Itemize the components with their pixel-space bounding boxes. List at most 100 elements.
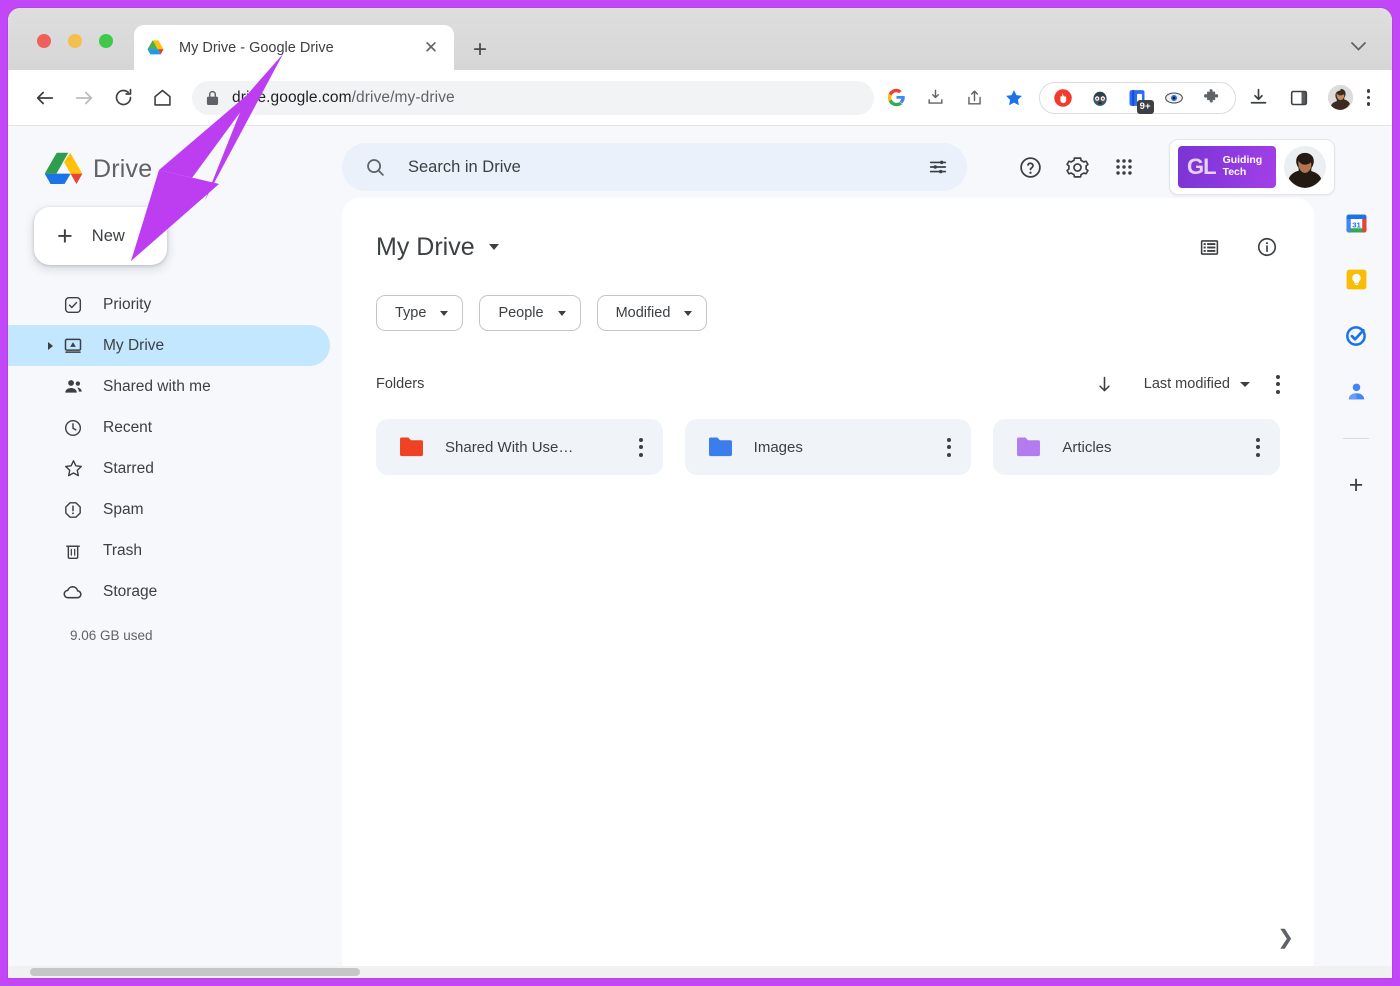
- section-header-row: Folders Last modified: [376, 371, 1280, 397]
- search-icon: [364, 156, 386, 178]
- drive-brand-text: Drive: [93, 154, 153, 183]
- workspace-logo-mark: GL: [1187, 154, 1217, 179]
- reload-icon[interactable]: [108, 83, 138, 113]
- maximize-window-button[interactable]: [99, 34, 113, 48]
- new-button[interactable]: + New: [34, 207, 167, 265]
- settings-gear-icon[interactable]: [1062, 152, 1092, 182]
- bookmark-star-icon[interactable]: [1003, 87, 1025, 109]
- list-view-icon[interactable]: [1196, 234, 1222, 260]
- sidebar-item-shared-with-me[interactable]: Shared with me: [8, 366, 330, 407]
- filter-chip-people[interactable]: People: [479, 295, 581, 331]
- back-arrow-icon[interactable]: [30, 83, 60, 113]
- horizontal-scrollbar[interactable]: [8, 966, 1392, 978]
- browser-tab-strip: My Drive - Google Drive ✕ +: [8, 8, 1392, 70]
- puzzle-extensions-icon[interactable]: [1201, 87, 1222, 108]
- tab-title: My Drive - Google Drive: [179, 39, 334, 56]
- folder-card[interactable]: Images: [684, 419, 972, 475]
- sidebar-item-trash[interactable]: Trash: [8, 530, 330, 571]
- more-vertical-icon[interactable]: [1276, 374, 1280, 394]
- tune-icon[interactable]: [927, 156, 949, 178]
- trash-icon: [62, 540, 84, 562]
- storage-used-text: 9.06 GB used: [70, 628, 153, 643]
- drive-favicon: [147, 40, 164, 55]
- folder-icon: [1017, 437, 1041, 457]
- minimize-window-button[interactable]: [68, 34, 82, 48]
- star-icon: [62, 458, 84, 480]
- browser-toolbar: drive.google.com/drive/my-drive 9+: [8, 70, 1392, 126]
- sidebar-item-priority[interactable]: Priority: [8, 284, 330, 325]
- forward-arrow-icon[interactable]: [69, 83, 99, 113]
- privacy-badger-icon[interactable]: [1090, 87, 1111, 108]
- tab-search-chevron-icon[interactable]: [1351, 38, 1366, 56]
- adblock-icon[interactable]: [1053, 87, 1074, 108]
- chrome-browser-window: My Drive - Google Drive ✕ + drive.google…: [8, 8, 1392, 978]
- folder-more-icon[interactable]: [633, 432, 649, 463]
- chrome-menu-icon[interactable]: [1366, 89, 1370, 106]
- google-g-icon[interactable]: [886, 87, 908, 109]
- add-app-plus-icon[interactable]: +: [1349, 473, 1364, 498]
- extensions-pill: 9+: [1038, 81, 1236, 114]
- address-bar[interactable]: drive.google.com/drive/my-drive: [192, 80, 874, 115]
- browser-tab[interactable]: My Drive - Google Drive ✕: [134, 25, 454, 70]
- breadcrumb-row: My Drive: [376, 222, 1280, 272]
- drive-brand[interactable]: Drive: [8, 126, 342, 186]
- filter-chip-modified[interactable]: Modified: [596, 295, 708, 331]
- install-icon[interactable]: [925, 87, 947, 109]
- share-icon[interactable]: [964, 87, 986, 109]
- page-title: My Drive: [376, 232, 475, 261]
- filter-chip-label: Type: [395, 305, 427, 321]
- help-icon[interactable]: [1015, 152, 1045, 182]
- workspace-logo-text: Guiding Tech: [1222, 154, 1263, 179]
- sidebar-item-spam[interactable]: Spam: [8, 489, 330, 530]
- sidebar-item-label: Shared with me: [103, 377, 211, 395]
- google-apps-side-rail: 31 +: [1320, 198, 1392, 498]
- arrow-down-icon[interactable]: [1092, 371, 1118, 397]
- google-drive-app: Drive + New Priority My Drive Shared wit…: [8, 126, 1392, 978]
- toolbar-tail-icons: [1248, 85, 1353, 110]
- user-avatar[interactable]: [1284, 146, 1326, 188]
- apps-grid-icon[interactable]: [1109, 152, 1139, 182]
- close-window-button[interactable]: [37, 34, 51, 48]
- sidebar-item-storage[interactable]: Storage: [8, 571, 330, 612]
- google-contacts-icon[interactable]: [1343, 378, 1369, 404]
- scrollbar-thumb[interactable]: [30, 968, 360, 976]
- sidebar-nav-list: Priority My Drive Shared with me Recent …: [8, 284, 342, 612]
- filter-chips: Type People Modified: [376, 295, 1280, 331]
- chevron-down-icon: [557, 310, 566, 316]
- notebook-extension-icon[interactable]: 9+: [1127, 87, 1154, 114]
- google-tasks-icon[interactable]: [1343, 322, 1369, 348]
- sidebar-item-my-drive[interactable]: My Drive: [8, 325, 330, 366]
- my-drive-icon: [62, 335, 84, 357]
- home-icon[interactable]: [147, 83, 177, 113]
- sort-label: Last modified: [1143, 376, 1230, 392]
- sort-dropdown[interactable]: Last modified: [1144, 376, 1250, 392]
- sidebar-item-recent[interactable]: Recent: [8, 407, 330, 448]
- account-chip[interactable]: GL Guiding Tech: [1169, 139, 1335, 195]
- info-icon[interactable]: [1254, 234, 1280, 260]
- google-calendar-icon[interactable]: 31: [1343, 210, 1369, 236]
- filter-chip-type[interactable]: Type: [376, 295, 464, 331]
- folder-card[interactable]: Articles: [993, 419, 1281, 475]
- drive-top-bar: Search in Drive GL Guiding Tech: [342, 138, 1380, 196]
- chevron-down-icon[interactable]: [488, 244, 499, 250]
- eye-extension-icon[interactable]: [1164, 87, 1185, 108]
- expand-caret-icon[interactable]: [48, 341, 53, 350]
- folder-more-icon[interactable]: [941, 432, 957, 463]
- google-keep-icon[interactable]: [1343, 266, 1369, 292]
- sidebar-item-label: My Drive: [103, 336, 165, 354]
- workspace-name-line1: Guiding: [1222, 154, 1263, 167]
- folder-more-icon[interactable]: [1250, 432, 1266, 463]
- expand-panel-chevron-icon[interactable]: ❯: [1277, 925, 1294, 950]
- drive-main-area: Search in Drive GL Guiding Tech My Drive…: [342, 126, 1392, 978]
- close-tab-button[interactable]: ✕: [420, 37, 442, 59]
- folder-card[interactable]: Shared With Use…: [376, 419, 663, 475]
- side-panel-icon[interactable]: [1288, 87, 1310, 109]
- folder-icon: [708, 437, 732, 457]
- profile-avatar[interactable]: [1327, 85, 1353, 110]
- url-path: /drive/my-drive: [351, 88, 455, 106]
- filter-chip-label: People: [498, 305, 544, 321]
- sidebar-item-starred[interactable]: Starred: [8, 448, 330, 489]
- downloads-icon[interactable]: [1248, 87, 1270, 109]
- search-input[interactable]: Search in Drive: [342, 143, 967, 191]
- new-tab-button[interactable]: +: [466, 36, 494, 64]
